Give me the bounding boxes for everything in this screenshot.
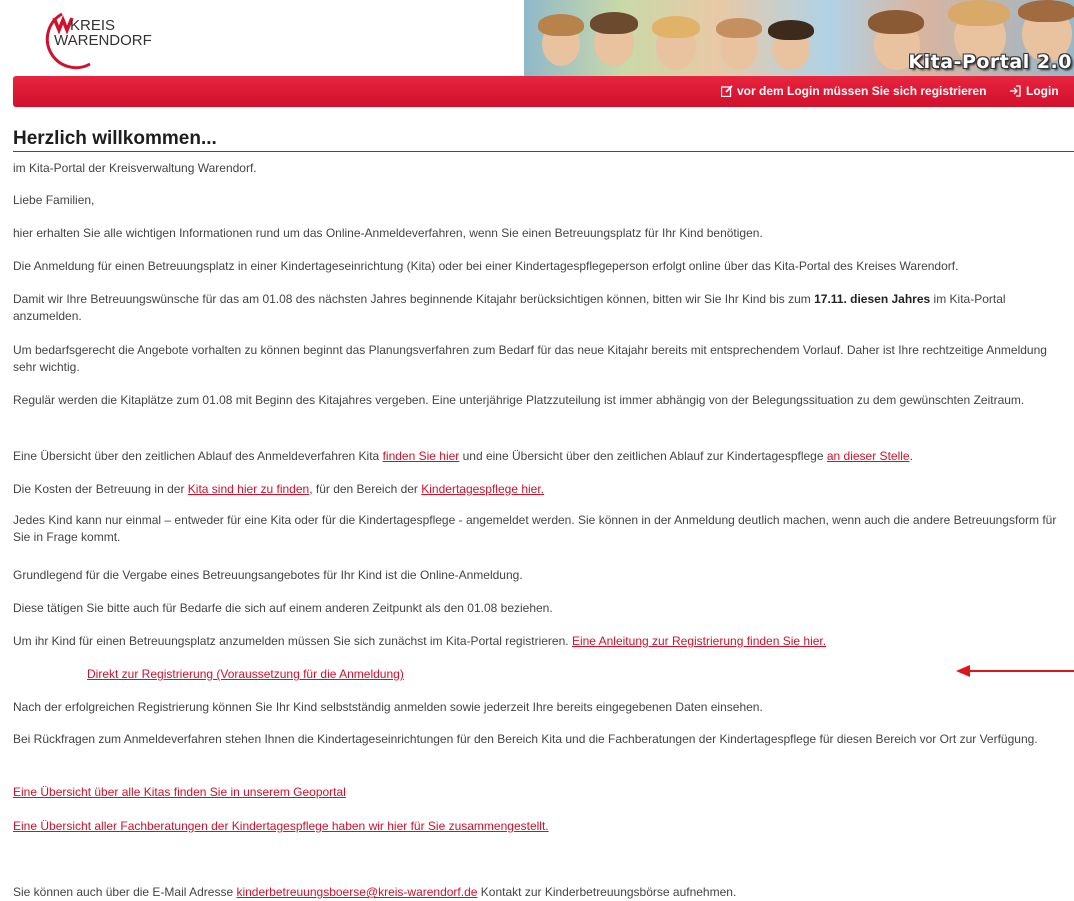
annotation-arrow-icon (956, 665, 1074, 677)
direct-registration-link[interactable]: Direkt zur Registrierung (Voraussetzung … (87, 667, 404, 681)
tagespflege-costs-link[interactable]: Kindertagespflege hier. (421, 482, 544, 496)
questions-text: Bei Rückfragen zum Anmeldeverfahren steh… (13, 732, 1038, 746)
kita-timeline-link[interactable]: finden Sie hier (383, 449, 460, 463)
geoportal-line: Eine Übersicht über alle Kitas finden Si… (13, 784, 1063, 801)
other-dates-text: Diese tätigen Sie bitte auch für Bedarfe… (13, 601, 553, 615)
page-title: Herzlich willkommen... (13, 128, 1074, 152)
registration-info-text: Die Anmeldung für einen Betreuungsplatz … (13, 259, 959, 273)
email-text: Sie können auch über die E-Mail Adresse … (13, 884, 1063, 901)
geoportal-link[interactable]: Eine Übersicht über alle Kitas finden Si… (13, 785, 346, 799)
planning-text: Um bedarfsgerecht die Angebote vorhalten… (13, 343, 1047, 374)
after-registration-text: Nach der erfolgreichen Registrierung kön… (13, 700, 763, 714)
email-link[interactable]: kinderbetreuungsboerse@kreis-warendorf.d… (236, 885, 477, 899)
login-label: Login (1026, 84, 1059, 98)
deadline-date: 17.11. diesen Jahres (814, 292, 931, 306)
kreis-warendorf-logo[interactable]: KREIS WARENDORF (32, 8, 162, 72)
logo-line-1: KREIS (70, 17, 116, 34)
top-navbar: vor dem Login müssen Sie sich registrier… (13, 76, 1074, 107)
email-text-part: Sie können auch über die E-Mail Adresse (13, 885, 237, 899)
email-text-end: Kontakt zur Kinderbetreuungsbörse aufneh… (477, 885, 737, 899)
fachberatungen-line: Eine Übersicht aller Fachberatungen der … (13, 818, 1063, 835)
register-first-text-part: Um ihr Kind für einen Betreuungsplatz an… (13, 634, 572, 648)
tagespflege-timeline-link[interactable]: an dieser Stelle (827, 449, 910, 463)
register-first-text: Um ihr Kind für einen Betreuungsplatz an… (13, 633, 1063, 650)
register-label: vor dem Login müssen Sie sich registrier… (737, 84, 987, 98)
info-text: hier erhalten Sie alle wichtigen Informa… (13, 226, 763, 240)
timeline-text-middle: und eine Übersicht über den zeitlichen A… (459, 449, 827, 463)
single-registration-text: Jedes Kind kann nur einmal – entweder fü… (13, 513, 1057, 544)
edit-icon (720, 85, 733, 98)
registration-guide-link[interactable]: Eine Anleitung zur Registrierung finden … (572, 634, 826, 648)
fachberatungen-link[interactable]: Eine Übersicht aller Fachberatungen der … (13, 819, 549, 833)
basis-text: Grundlegend für die Vergabe eines Betreu… (13, 568, 523, 582)
login-icon (1010, 85, 1021, 97)
login-link[interactable]: Login (1009, 84, 1059, 98)
logo-line-2: WARENDORF (54, 32, 152, 49)
main-content: Herzlich willkommen... im Kita-Portal de… (13, 128, 1074, 899)
greeting-text: Liebe Familien, (13, 193, 95, 207)
portal-title: Kita-Portal 2.0 (908, 51, 1072, 73)
intro-text: im Kita-Portal der Kreisverwaltung Waren… (13, 161, 257, 175)
timeline-text-end: . (909, 449, 913, 463)
deadline-text-part: Damit wir Ihre Betreuungswünsche für das… (13, 292, 815, 306)
allocation-text: Regulär werden die Kitaplätze zum 01.08 … (13, 393, 1025, 407)
deadline-text: Damit wir Ihre Betreuungswünsche für das… (13, 291, 1063, 325)
timeline-text: Eine Übersicht über den zeitlichen Ablau… (13, 448, 1063, 465)
timeline-text-part: Eine Übersicht über den zeitlichen Ablau… (13, 449, 383, 463)
kita-costs-link[interactable]: Kita sind hier zu finden (188, 482, 309, 496)
costs-text-part: Die Kosten der Betreuung in der (13, 482, 188, 496)
header-banner-image: Kita-Portal 2.0 (524, 0, 1074, 76)
logo-text: KREIS WARENDORF (54, 18, 152, 48)
direct-registration-line: Direkt zur Registrierung (Voraussetzung … (87, 666, 404, 683)
costs-text: Die Kosten der Betreuung in der Kita sin… (13, 481, 1063, 498)
costs-text-middle: , für den Bereich der (309, 482, 422, 496)
register-link[interactable]: vor dem Login müssen Sie sich registrier… (720, 84, 987, 98)
